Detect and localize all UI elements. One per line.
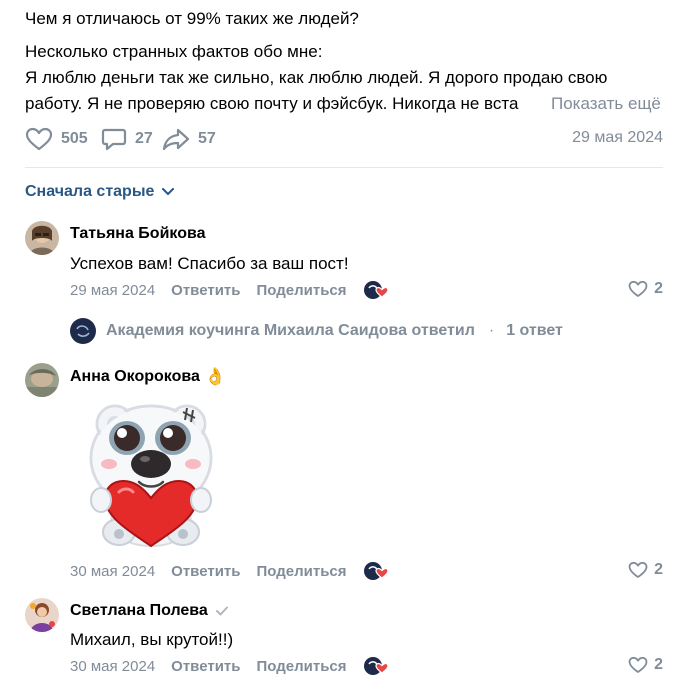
comment-date[interactable]: 30 мая 2024 (70, 563, 155, 580)
avatar[interactable] (25, 598, 59, 632)
heart-icon (628, 656, 648, 673)
post-text-truncated: работу. Я не проверяю свою почту и фэйсб… (25, 94, 519, 113)
replies-author: Академия коучинга Михаила Саидова ответи… (106, 322, 475, 339)
share-arrow-icon (162, 128, 190, 151)
sort-dropdown[interactable]: Сначала старые (25, 183, 175, 201)
divider (25, 167, 663, 168)
reply-button[interactable]: Ответить (171, 282, 240, 299)
author-liked-icon (363, 562, 389, 580)
replies-expander[interactable]: Академия коучинга Михаила Саидова ответи… (70, 318, 563, 344)
post-share-count: 57 (198, 130, 216, 147)
post-share-button[interactable]: 57 (162, 127, 216, 151)
comment-meta: 29 мая 2024 Ответить Поделиться (70, 280, 389, 300)
comment-author[interactable]: Татьяна Бойкова (70, 225, 206, 243)
share-button[interactable]: Поделиться (257, 563, 347, 580)
comment-like-button[interactable]: 2 (628, 656, 663, 674)
avatar (70, 318, 96, 344)
post-like-button[interactable]: 505 (25, 127, 88, 151)
reply-button[interactable]: Ответить (171, 658, 240, 675)
comment-author-name: Анна Окорокова (70, 368, 200, 385)
comment-icon (101, 128, 127, 151)
post-date[interactable]: 29 мая 2024 (572, 129, 663, 147)
separator-dot: · (488, 322, 495, 339)
post-like-count: 505 (61, 130, 88, 147)
post-text-line-2: Несколько странных фактов обо мне: (25, 42, 323, 61)
post-text-line-4: работу. Я не проверяю свою почту и фэйсб… (25, 91, 661, 117)
comment-like-button[interactable]: 2 (628, 561, 663, 579)
comment-date[interactable]: 29 мая 2024 (70, 282, 155, 299)
author-liked-icon (363, 281, 389, 299)
heart-bear-sticker (75, 396, 227, 552)
replies-count: 1 ответ (506, 322, 563, 339)
comment-date[interactable]: 30 мая 2024 (70, 658, 155, 675)
avatar[interactable] (25, 363, 59, 397)
heart-icon (628, 561, 648, 578)
comment-author[interactable]: Анна Окорокова 👌 (70, 367, 226, 387)
comment-like-count: 2 (654, 280, 663, 297)
show-more-link[interactable]: Показать ещё (548, 91, 661, 117)
post-text-line-1: Чем я отличаюсь от 99% таких же людей? (25, 9, 359, 28)
comment-text: Михаил, вы крутой!!) (70, 630, 234, 649)
avatar[interactable] (25, 221, 59, 255)
post-comment-button[interactable]: 27 (101, 127, 153, 151)
post-text-line-3: Я люблю деньги так же сильно, как люблю … (25, 68, 608, 87)
comment-like-button[interactable]: 2 (628, 280, 663, 298)
heart-icon (628, 280, 648, 297)
comment-like-count: 2 (654, 656, 663, 673)
share-button[interactable]: Поделиться (257, 282, 347, 299)
heart-icon (25, 127, 53, 151)
ok-hand-emoji: 👌 (204, 367, 227, 386)
share-button[interactable]: Поделиться (257, 658, 347, 675)
verified-check-icon (215, 606, 228, 616)
reply-button[interactable]: Ответить (171, 563, 240, 580)
comment-like-count: 2 (654, 561, 663, 578)
author-liked-icon (363, 657, 389, 675)
post-comment-count: 27 (135, 130, 153, 147)
comment-author-name: Светлана Полева (70, 602, 208, 619)
comment-meta: 30 мая 2024 Ответить Поделиться (70, 656, 389, 676)
comment-text: Успехов вам! Спасибо за ваш пост! (70, 254, 349, 273)
comment-author[interactable]: Светлана Полева (70, 602, 229, 620)
comment-meta: 30 мая 2024 Ответить Поделиться (70, 561, 389, 581)
chevron-down-icon (162, 188, 175, 195)
sort-label: Сначала старые (25, 183, 155, 200)
